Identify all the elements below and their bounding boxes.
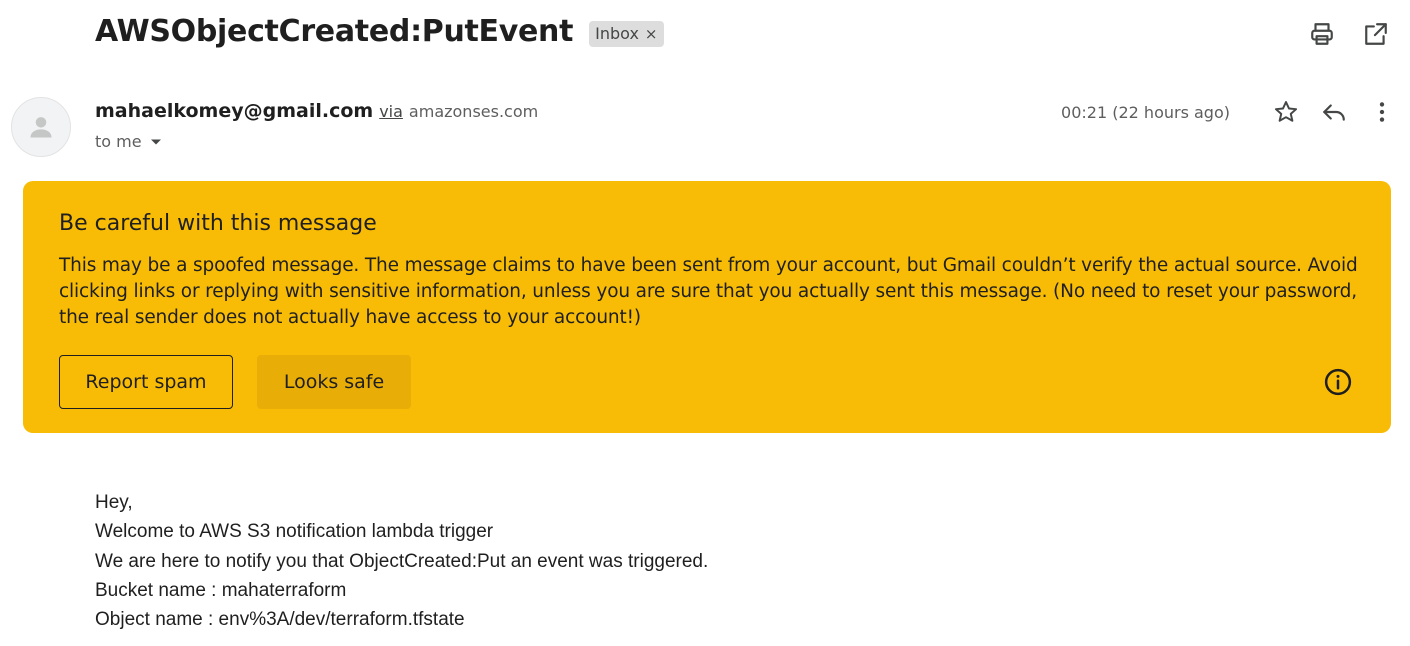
spoof-warning-banner: Be careful with this message This may be… bbox=[23, 181, 1391, 433]
body-line: Bucket name : mahaterraform bbox=[95, 579, 347, 601]
remove-label-button[interactable]: × bbox=[645, 25, 658, 43]
person-icon bbox=[30, 117, 52, 138]
reply-icon[interactable] bbox=[1320, 98, 1348, 126]
report-spam-button[interactable]: Report spam bbox=[59, 355, 233, 409]
via-domain: amazonses.com bbox=[408, 102, 539, 121]
open-in-new-window-icon[interactable] bbox=[1362, 20, 1390, 48]
more-vertical-icon[interactable] bbox=[1368, 98, 1396, 126]
body-line: Welcome to AWS S3 notification lambda tr… bbox=[95, 521, 494, 543]
message-body: Hey, Welcome to AWS S3 notification lamb… bbox=[95, 488, 708, 634]
body-line: We are here to notify you that ObjectCre… bbox=[95, 550, 709, 572]
warning-text: This may be a spoofed message. The messa… bbox=[59, 255, 1358, 328]
message-meta: 00:21 (22 hours ago) bbox=[1061, 98, 1396, 126]
warning-title: Be careful with this message bbox=[59, 211, 377, 236]
via-link[interactable]: via bbox=[379, 102, 403, 121]
body-line: Hey, bbox=[95, 492, 133, 513]
avatar[interactable] bbox=[11, 97, 71, 157]
subject-row: AWSObjectCreated:PutEvent Inbox × bbox=[95, 14, 664, 49]
top-actions bbox=[1308, 20, 1390, 48]
info-icon[interactable] bbox=[1323, 367, 1353, 397]
chevron-down-icon bbox=[150, 139, 161, 144]
star-icon[interactable] bbox=[1272, 98, 1300, 126]
label-text: Inbox bbox=[595, 24, 639, 43]
sender-email[interactable]: mahaelkomey@gmail.com bbox=[95, 100, 373, 122]
looks-safe-button[interactable]: Looks safe bbox=[257, 355, 411, 409]
to-label: to me bbox=[95, 132, 142, 151]
body-line: Object name : env%3A/dev/terraform.tfsta… bbox=[95, 609, 465, 631]
email-subject: AWSObjectCreated:PutEvent bbox=[95, 14, 574, 49]
timestamp: 00:21 (22 hours ago) bbox=[1061, 102, 1230, 122]
sender-row: mahaelkomey@gmail.com via amazonses.com bbox=[95, 100, 538, 122]
inbox-label-chip: Inbox × bbox=[589, 20, 664, 47]
recipient-details-toggle[interactable]: to me bbox=[95, 132, 162, 151]
print-icon[interactable] bbox=[1308, 20, 1336, 48]
